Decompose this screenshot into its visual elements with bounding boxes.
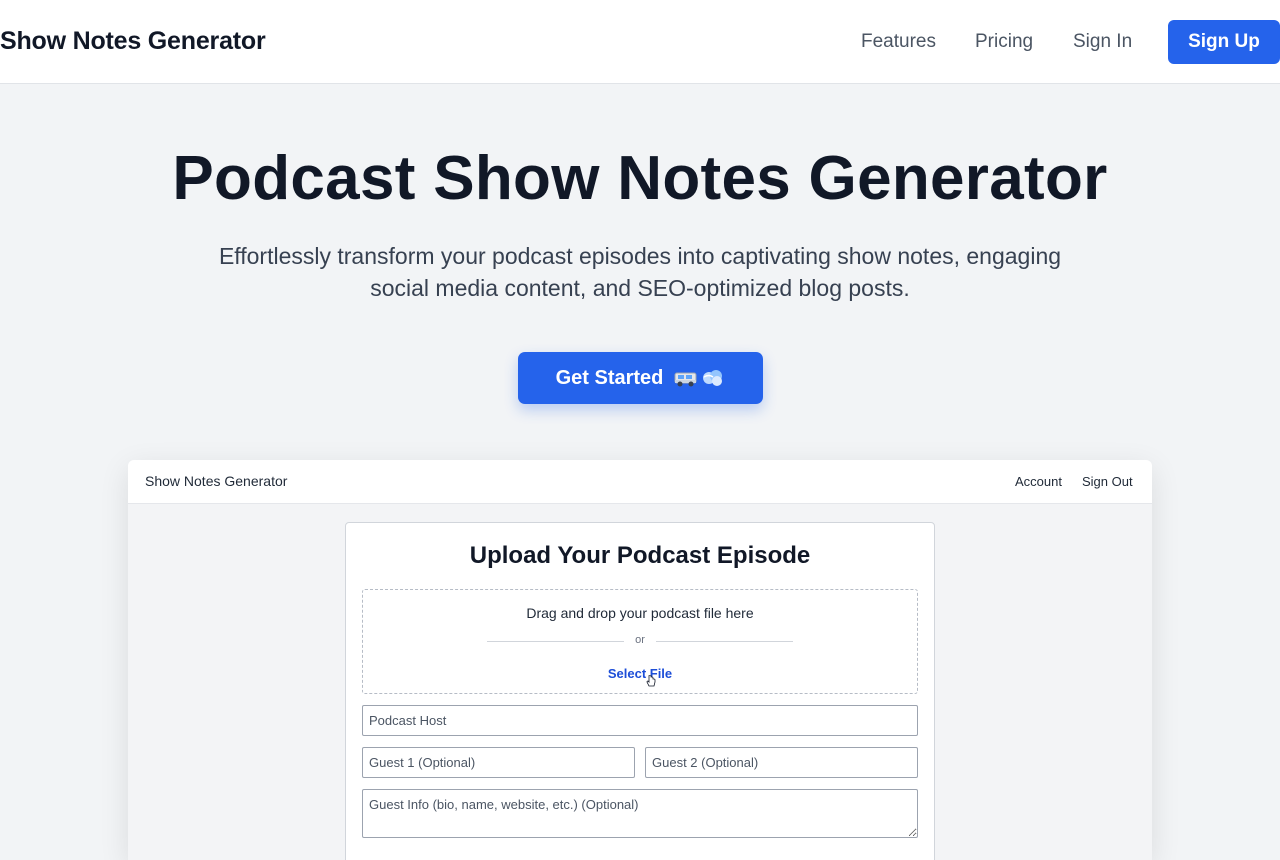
nav-link-pricing[interactable]: Pricing [975,31,1033,53]
dash-icon [703,370,723,386]
divider-or-text: or [635,634,645,646]
get-started-label: Get Started [555,366,664,389]
hero-title: Podcast Show Notes Generator [172,144,1108,213]
podcast-host-input[interactable] [362,705,918,736]
file-dropzone[interactable]: Drag and drop your podcast file here or … [362,589,918,694]
hand-cursor-icon [646,675,656,687]
get-started-button[interactable]: Get Started [518,352,763,404]
nav-link-sign-in[interactable]: Sign In [1073,31,1132,53]
brand-logo[interactable]: Show Notes Generator [0,27,266,56]
dropzone-text: Drag and drop your podcast file here [526,605,754,621]
guest-info-textarea[interactable] [362,789,918,838]
top-navbar: Show Notes Generator Features Pricing Si… [0,0,1280,84]
cta-emoji [673,368,725,388]
hero-subtitle: Effortlessly transform your podcast epis… [218,243,1062,301]
app-preview-navbar: Show Notes Generator Account Sign Out [128,460,1152,504]
sign-up-button[interactable]: Sign Up [1168,20,1280,64]
select-file-button[interactable]: Select File [363,666,917,681]
account-link[interactable]: Account [1015,474,1062,489]
car-icon [674,372,697,387]
divider-right [656,641,793,642]
upload-title: Upload Your Podcast Episode [469,542,811,569]
app-preview-frame: Show Notes Generator Account Sign Out Up… [128,460,1152,860]
upload-card: Upload Your Podcast Episode Drag and dro… [345,522,935,860]
guest-1-input[interactable] [362,747,635,778]
app-preview-brand[interactable]: Show Notes Generator [145,473,287,489]
guest-2-input[interactable] [645,747,918,778]
nav-link-features[interactable]: Features [861,31,936,53]
sign-out-link[interactable]: Sign Out [1082,474,1133,489]
